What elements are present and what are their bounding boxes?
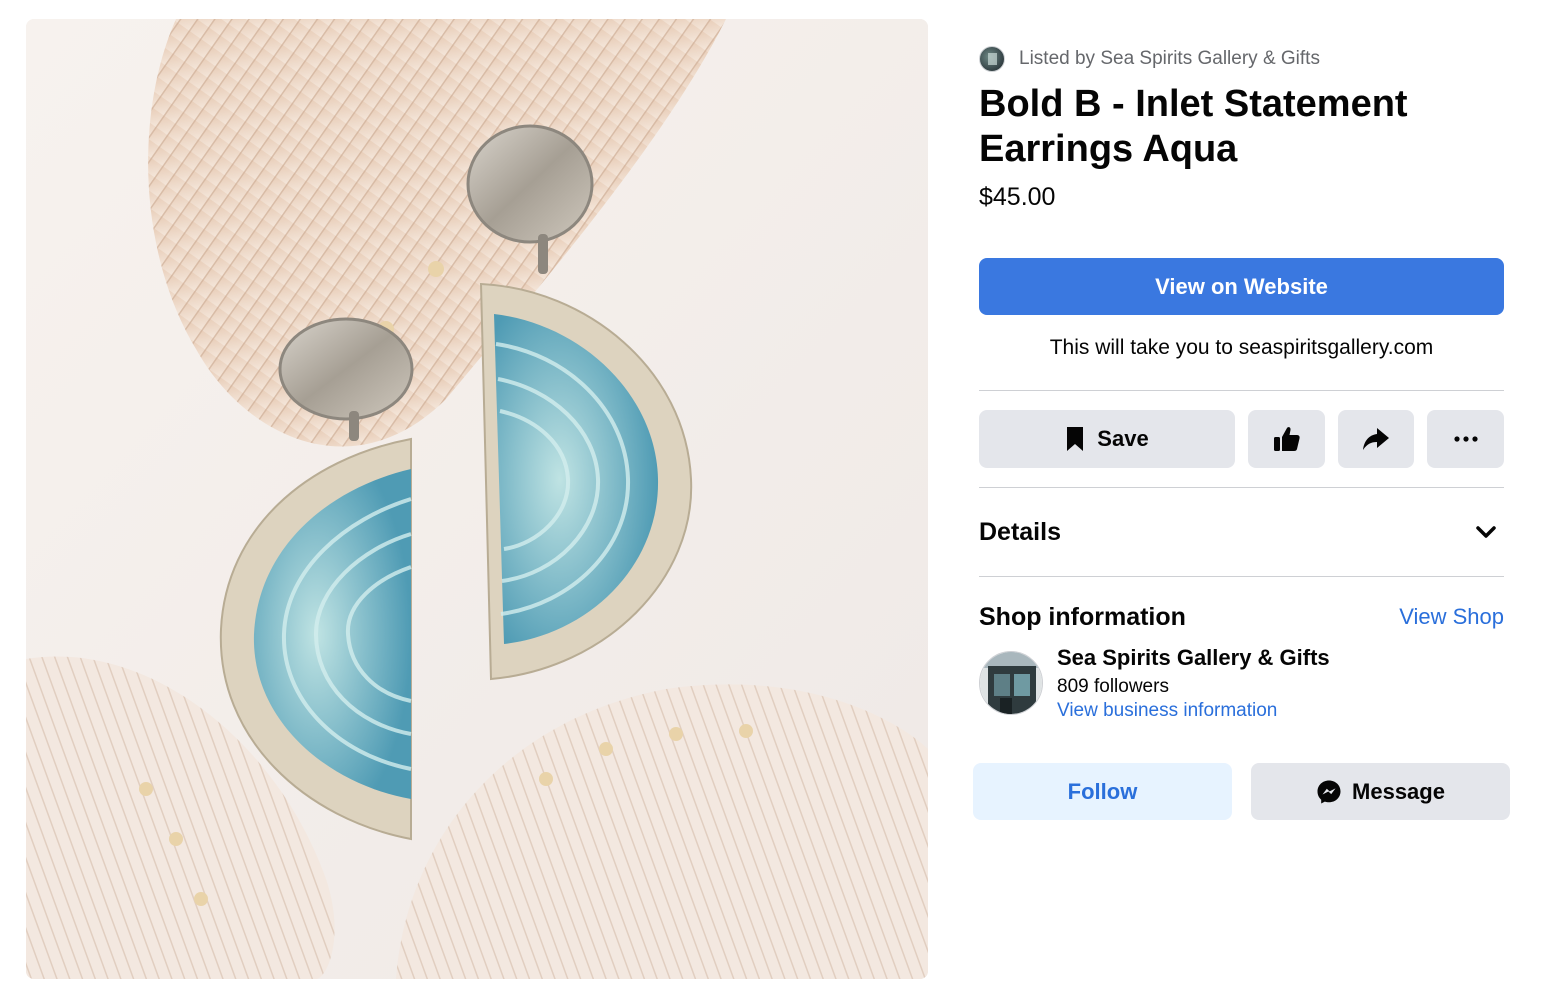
- message-button[interactable]: Message: [1251, 763, 1510, 820]
- listing-panel: Listed by Sea Spirits Gallery & Gifts Bo…: [973, 0, 1510, 1008]
- messenger-icon: [1317, 780, 1341, 803]
- divider: [979, 576, 1504, 577]
- chevron-down-icon: [1476, 525, 1496, 538]
- follow-button[interactable]: Follow: [973, 763, 1232, 820]
- details-section-toggle[interactable]: Details: [979, 488, 1504, 576]
- shop-info-header: Shop information View Shop: [979, 598, 1504, 636]
- shop-avatar[interactable]: [979, 651, 1043, 715]
- share-button[interactable]: [1338, 410, 1414, 468]
- storefront-photo: [980, 652, 1042, 714]
- product-title: Bold B - Inlet Statement Earrings Aqua: [979, 83, 1408, 170]
- more-dots-icon: [1453, 436, 1478, 442]
- message-label: Message: [1352, 778, 1445, 804]
- save-label: Save: [1097, 426, 1149, 451]
- like-button[interactable]: [1248, 410, 1325, 468]
- divider: [979, 390, 1504, 391]
- product-price: $45.00: [979, 183, 1056, 211]
- bookmark-icon: [1067, 427, 1084, 451]
- save-button[interactable]: Save: [979, 410, 1235, 468]
- shop-info-heading: Shop information: [979, 602, 1186, 631]
- seller-avatar[interactable]: [979, 46, 1005, 72]
- follower-count: 809 followers: [1057, 676, 1169, 697]
- shop-name[interactable]: Sea Spirits Gallery & Gifts: [1057, 645, 1330, 671]
- view-on-website-button[interactable]: View on Website: [979, 258, 1504, 315]
- details-label: Details: [979, 517, 1061, 546]
- earrings-photo: [26, 19, 928, 979]
- product-image[interactable]: [26, 19, 928, 979]
- view-business-info-link[interactable]: View business information: [1057, 700, 1277, 722]
- share-arrow-icon: [1363, 428, 1389, 450]
- view-shop-link[interactable]: View Shop: [1399, 604, 1504, 630]
- listed-by-text: Listed by Sea Spirits Gallery & Gifts: [1019, 48, 1320, 69]
- redirect-note: This will take you to seaspiritsgallery.…: [1049, 336, 1434, 359]
- listed-by-row[interactable]: Listed by Sea Spirits Gallery & Gifts: [979, 45, 1320, 73]
- thumbs-up-icon: [1273, 427, 1300, 451]
- more-options-button[interactable]: [1427, 410, 1504, 468]
